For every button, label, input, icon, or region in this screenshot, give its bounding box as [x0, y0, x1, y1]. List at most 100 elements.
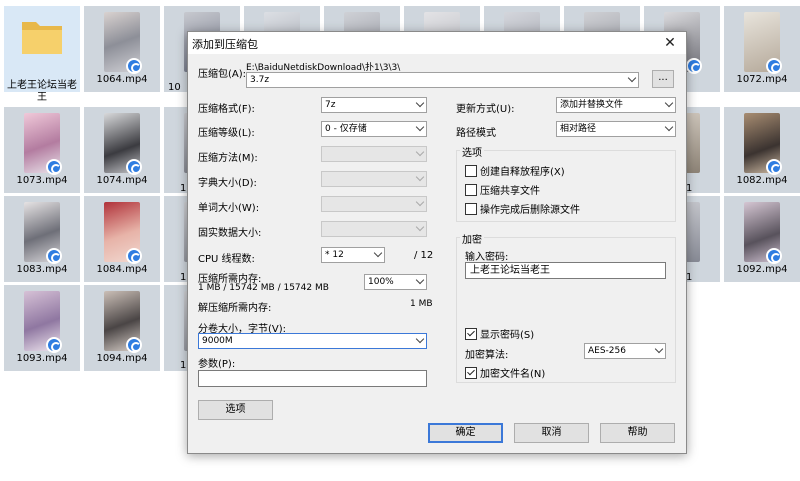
- cancel-button[interactable]: 取消: [514, 423, 589, 443]
- file-name: 1093.mp4: [16, 353, 68, 364]
- threads-value: * 12: [325, 250, 344, 260]
- baidu-sync-icon: [126, 337, 142, 353]
- chevron-down-icon: [415, 275, 425, 285]
- checkbox-checked-icon: [465, 367, 477, 379]
- file-name: 上老王论坛当老王: [7, 80, 77, 103]
- options-button[interactable]: 选项: [198, 400, 273, 420]
- delete-after-checkbox-label: 操作完成后删除源文件: [480, 205, 580, 216]
- format-label: 压缩格式(F):: [198, 104, 255, 115]
- archive-label: 压缩包(A):: [198, 69, 247, 80]
- chevron-down-icon: [415, 147, 425, 157]
- format-value: 7z: [325, 100, 336, 110]
- file-item[interactable]: 1064.mp4: [84, 6, 160, 92]
- chevron-down-icon: [415, 197, 425, 207]
- delete-after-checkbox[interactable]: 操作完成后删除源文件: [465, 201, 580, 216]
- file-item[interactable]: 1072.mp4: [724, 6, 800, 92]
- shared-files-checkbox-label: 压缩共享文件: [480, 186, 540, 197]
- file-item-folder[interactable]: 上老王论坛当老王: [4, 6, 80, 103]
- archive-name-combo[interactable]: 3.7z: [246, 72, 639, 88]
- chevron-down-icon: [415, 122, 425, 132]
- encryption-method-combo[interactable]: AES-256: [584, 343, 666, 359]
- encryption-group-title: 加密: [460, 231, 484, 246]
- level-combo[interactable]: 0 - 仅存储: [321, 121, 427, 137]
- split-size-value: 9000M: [202, 336, 233, 346]
- show-password-checkbox[interactable]: 显示密码(S): [465, 326, 534, 341]
- threads-label: CPU 线程数:: [198, 254, 255, 265]
- dictionary-combo[interactable]: [321, 171, 427, 187]
- baidu-sync-icon: [46, 248, 62, 264]
- partial-file-name: 10: [168, 82, 181, 93]
- update-mode-combo[interactable]: 添加并替换文件: [556, 97, 676, 113]
- memory-percent-value: 100%: [368, 277, 394, 287]
- baidu-sync-icon: [686, 58, 702, 74]
- file-item[interactable]: 1092.mp4: [724, 196, 800, 282]
- file-item[interactable]: 1083.mp4: [4, 196, 80, 282]
- chevron-down-icon: [415, 98, 425, 108]
- partial-file-name: 1: [180, 183, 187, 194]
- chevron-down-icon: [373, 248, 383, 258]
- file-name: 1094.mp4: [96, 353, 148, 364]
- show-password-label: 显示密码(S): [480, 330, 535, 341]
- solid-size-label: 固实数据大小:: [198, 228, 262, 239]
- close-button[interactable]: ✕: [660, 33, 680, 53]
- chevron-down-icon: [415, 222, 425, 232]
- browse-button[interactable]: ...: [652, 70, 674, 88]
- encrypt-filenames-checkbox[interactable]: 加密文件名(N): [465, 365, 545, 380]
- update-mode-label: 更新方式(U):: [456, 104, 515, 115]
- file-name: 1064.mp4: [96, 74, 148, 85]
- file-name: 1092.mp4: [736, 264, 788, 275]
- ok-button[interactable]: 确定: [428, 423, 503, 443]
- threads-combo[interactable]: * 12: [321, 247, 385, 263]
- parameters-label: 参数(P):: [198, 359, 236, 370]
- checkbox-unchecked-icon: [465, 184, 477, 196]
- chevron-down-icon: [654, 344, 664, 354]
- split-size-combo[interactable]: 9000M: [198, 333, 427, 349]
- level-label: 压缩等级(L):: [198, 128, 255, 139]
- file-name: 1073.mp4: [16, 175, 68, 186]
- baidu-sync-icon: [46, 159, 62, 175]
- path-mode-label: 路径模式: [456, 128, 496, 139]
- solid-size-combo[interactable]: [321, 221, 427, 237]
- word-size-combo[interactable]: [321, 196, 427, 212]
- path-mode-combo[interactable]: 相对路径: [556, 121, 676, 137]
- file-item[interactable]: 1093.mp4: [4, 285, 80, 371]
- sfx-checkbox[interactable]: 创建自释放程序(X): [465, 163, 565, 178]
- memory-percent-combo[interactable]: 100%: [364, 274, 427, 290]
- options-group-title: 选项: [460, 144, 484, 159]
- checkbox-checked-icon: [465, 328, 477, 340]
- sfx-checkbox-label: 创建自释放程序(X): [480, 167, 565, 178]
- file-item[interactable]: 1074.mp4: [84, 107, 160, 193]
- chevron-down-icon: [415, 172, 425, 182]
- chevron-down-icon: [627, 73, 637, 83]
- password-input[interactable]: 上老王论坛当老王: [465, 262, 666, 279]
- level-value: 0 - 仅存储: [325, 124, 367, 134]
- encrypt-filenames-label: 加密文件名(N): [480, 369, 546, 380]
- file-name: 1084.mp4: [96, 264, 148, 275]
- file-item[interactable]: 1094.mp4: [84, 285, 160, 371]
- shared-files-checkbox[interactable]: 压缩共享文件: [465, 182, 540, 197]
- method-label: 压缩方法(M):: [198, 153, 258, 164]
- baidu-sync-icon: [126, 58, 142, 74]
- dictionary-label: 字典大小(D):: [198, 178, 257, 189]
- baidu-sync-icon: [126, 248, 142, 264]
- file-item[interactable]: 1084.mp4: [84, 196, 160, 282]
- encryption-method-label: 加密算法:: [465, 350, 509, 361]
- update-mode-value: 添加并替换文件: [560, 100, 624, 110]
- method-combo[interactable]: [321, 146, 427, 162]
- format-combo[interactable]: 7z: [321, 97, 427, 113]
- partial-file-name: 1: [180, 360, 187, 371]
- parameters-input[interactable]: [198, 370, 427, 387]
- partial-file-name: 1: [180, 272, 187, 283]
- compression-memory-value: 1 MB / 15742 MB / 15742 MB: [198, 283, 329, 293]
- title-bar[interactable]: 添加到压缩包 ✕: [188, 32, 686, 54]
- baidu-sync-icon: [126, 159, 142, 175]
- file-item[interactable]: 1082.mp4: [724, 107, 800, 193]
- help-button[interactable]: 帮助: [600, 423, 675, 443]
- file-item[interactable]: 1073.mp4: [4, 107, 80, 193]
- chevron-down-icon: [664, 98, 674, 108]
- baidu-sync-icon: [766, 159, 782, 175]
- file-name: 1082.mp4: [736, 175, 788, 186]
- word-size-label: 单词大小(W):: [198, 203, 260, 214]
- file-name: 1072.mp4: [736, 74, 788, 85]
- baidu-sync-icon: [766, 248, 782, 264]
